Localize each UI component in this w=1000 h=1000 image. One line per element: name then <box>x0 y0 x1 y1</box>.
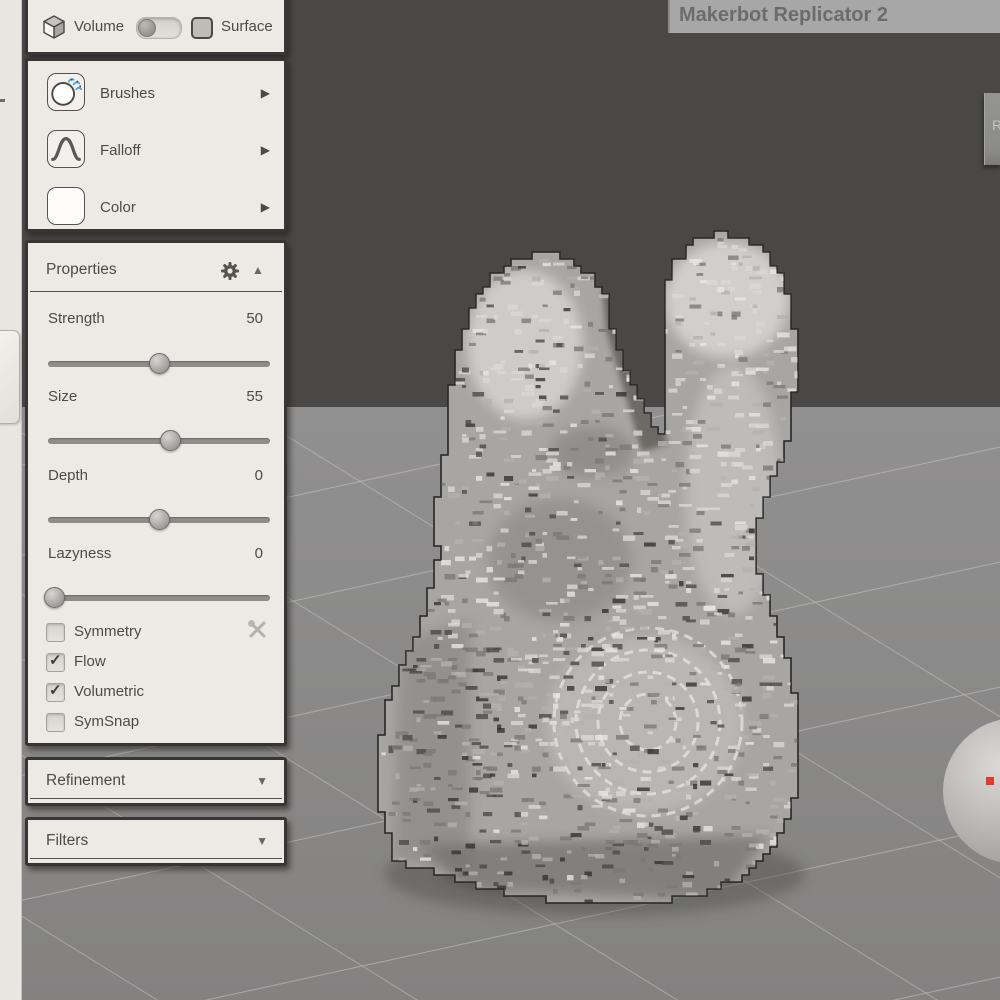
falloff-label[interactable]: Falloff <box>100 142 141 160</box>
strength-slider[interactable] <box>48 353 270 375</box>
size-slider-knob[interactable] <box>160 430 181 451</box>
flow-label: Flow <box>74 653 106 670</box>
gear-icon[interactable] <box>220 261 240 281</box>
lazyness-slider[interactable] <box>48 587 270 609</box>
filters-divider <box>30 858 282 859</box>
properties-collapse-icon[interactable]: ▲ <box>252 263 264 277</box>
filters-title[interactable]: Filters <box>46 832 88 850</box>
symsnap-label: SymSnap <box>74 713 139 730</box>
strength-slider-knob[interactable] <box>149 353 170 374</box>
filters-expand-icon[interactable]: ▼ <box>256 834 268 848</box>
properties-divider <box>30 291 282 292</box>
mode-panel: Volume Surface <box>25 0 287 55</box>
symmetry-row: ✓ Symmetry <box>28 622 284 646</box>
lazyness-value: 0 <box>255 545 263 562</box>
symsnap-checkbox[interactable]: ✓ <box>46 713 65 732</box>
document-title-bar: Makerbot Replicator 2 <box>668 0 1000 33</box>
refinement-divider <box>30 798 282 799</box>
lazyness-slider-track[interactable] <box>48 595 270 601</box>
refinement-title[interactable]: Refinement <box>46 772 125 790</box>
volume-surface-toggle[interactable] <box>136 17 182 39</box>
color-expand-icon[interactable]: ▶ <box>261 200 270 214</box>
falloff-curve-icon[interactable] <box>47 130 85 168</box>
toggle-knob[interactable] <box>138 19 156 37</box>
color-swatch-icon[interactable] <box>47 187 85 225</box>
flow-checkbox[interactable]: ✓ <box>46 653 65 672</box>
refinement-panel[interactable]: Refinement ▼ <box>25 757 287 806</box>
properties-title: Properties <box>46 261 117 279</box>
app-window: Volume Surface Brushes ▶ Falloff ▶ Color… <box>0 0 1000 1000</box>
volumetric-row: ✓ Volumetric <box>28 682 284 706</box>
flow-row: ✓ Flow <box>28 652 284 676</box>
left-edge-panel <box>0 0 22 1000</box>
depth-slider-knob[interactable] <box>149 509 170 530</box>
surface-label: Surface <box>221 18 273 36</box>
right-edge-button-label: R <box>985 117 1000 133</box>
sphere-vertex-marker[interactable] <box>986 777 994 785</box>
properties-panel: Properties ▲ Strength 50 Size 55 Depth 0 <box>25 240 287 746</box>
strip-partial-button[interactable] <box>0 330 20 424</box>
brush-circle-icon[interactable] <box>47 73 85 111</box>
filters-panel[interactable]: Filters ▼ <box>25 817 287 866</box>
volume-cube-icon <box>41 14 67 40</box>
tool-menu-panel: Brushes ▶ Falloff ▶ Color ▶ <box>25 58 287 232</box>
symsnap-row: ✓ SymSnap <box>28 712 284 736</box>
size-label: Size <box>48 388 77 405</box>
brushes-expand-icon[interactable]: ▶ <box>261 86 270 100</box>
strength-label: Strength <box>48 310 105 327</box>
brushes-label[interactable]: Brushes <box>100 85 155 103</box>
volumetric-checkbox[interactable]: ✓ <box>46 683 65 702</box>
size-slider[interactable] <box>48 430 270 452</box>
volume-label: Volume <box>74 18 124 36</box>
falloff-expand-icon[interactable]: ▶ <box>261 143 270 157</box>
surface-square-icon <box>191 17 213 39</box>
strength-value: 50 <box>246 310 263 327</box>
symmetry-checkbox[interactable]: ✓ <box>46 623 65 642</box>
lazyness-label: Lazyness <box>48 545 111 562</box>
size-slider-track[interactable] <box>48 438 270 444</box>
lazyness-slider-knob[interactable] <box>44 587 65 608</box>
volumetric-label: Volumetric <box>74 683 144 700</box>
depth-value: 0 <box>255 467 263 484</box>
right-edge-button[interactable]: R <box>984 93 1000 165</box>
depth-label: Depth <box>48 467 88 484</box>
refinement-expand-icon[interactable]: ▼ <box>256 774 268 788</box>
size-value: 55 <box>246 388 263 405</box>
symmetry-tools-icon[interactable] <box>247 619 268 640</box>
symmetry-label: Symmetry <box>74 623 142 640</box>
document-title: Makerbot Replicator 2 <box>670 0 1000 31</box>
depth-slider[interactable] <box>48 509 270 531</box>
strip-notch <box>0 99 5 102</box>
color-label[interactable]: Color <box>100 199 136 217</box>
